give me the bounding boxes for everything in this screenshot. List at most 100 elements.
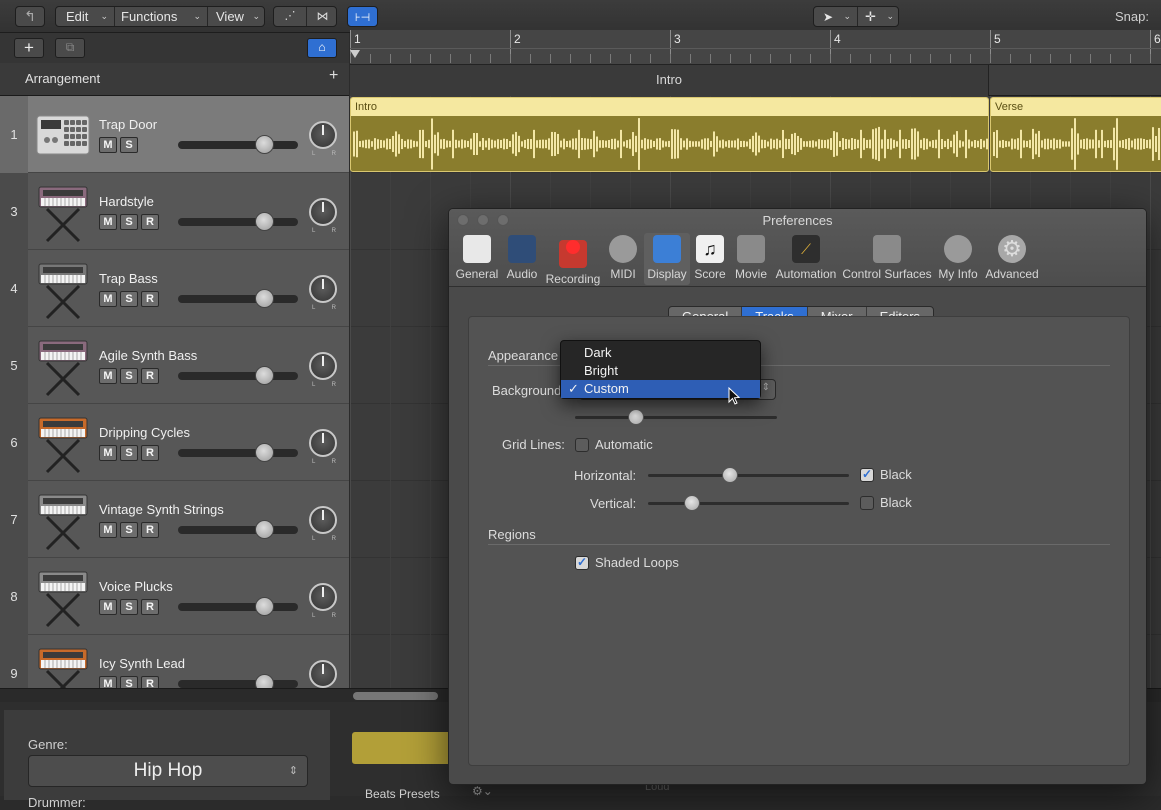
bar-ruler[interactable]: 1 2 3 4 5 6 — [350, 30, 1161, 65]
track-header[interactable]: 9Icy Synth LeadMSRLR — [0, 635, 349, 688]
add-track-button[interactable]: + — [14, 38, 44, 58]
horizontal-grid-slider[interactable] — [648, 467, 849, 483]
pan-knob[interactable] — [309, 506, 337, 534]
automatic-checkbox[interactable] — [575, 438, 589, 452]
track-header[interactable]: 6 Dripping Cycles M S R L R — [0, 404, 349, 481]
solo-button[interactable]: S — [120, 214, 138, 230]
background-brightness-slider[interactable] — [575, 409, 777, 425]
slider-knob[interactable] — [255, 520, 274, 539]
add-arrangement-marker-button[interactable]: + — [329, 67, 338, 85]
playhead-icon[interactable] — [350, 50, 360, 58]
track-name[interactable]: Trap Door — [99, 117, 157, 132]
menu-item-bright[interactable]: Bright — [561, 362, 760, 380]
prefs-tab-midi[interactable]: MIDI — [606, 233, 640, 285]
track-name[interactable]: Vintage Synth Strings — [99, 502, 224, 517]
track-header[interactable]: 5 Agile Synth Bass M S R L R — [0, 327, 349, 404]
view-menu[interactable]: View ⌄ — [208, 7, 266, 26]
automation-curve-button[interactable]: ⋰ — [274, 7, 306, 26]
vertical-grid-slider[interactable] — [648, 495, 849, 511]
pointer-tool-select[interactable]: ➤ ⌄ — [814, 7, 857, 26]
functions-menu[interactable]: Functions ⌄ — [115, 7, 207, 26]
volume-slider[interactable] — [178, 520, 298, 539]
track-name[interactable]: Hardstyle — [99, 194, 154, 209]
prefs-tab-control-surfaces[interactable]: Control Surfaces — [841, 233, 933, 285]
track-header[interactable]: 3 Hardstyle M S R L R — [0, 173, 349, 250]
pan-knob[interactable] — [309, 429, 337, 457]
track-name[interactable]: Trap Bass — [99, 271, 158, 286]
solo-button[interactable]: S — [120, 368, 138, 384]
crossfade-button[interactable]: ⋈ — [307, 7, 338, 26]
track-name[interactable]: Agile Synth Bass — [99, 348, 197, 363]
record-enable-button[interactable]: R — [141, 368, 159, 384]
volume-slider[interactable] — [178, 443, 298, 462]
slider-knob[interactable] — [255, 289, 274, 308]
record-enable-button[interactable]: R — [141, 599, 159, 615]
track-header[interactable]: 4 Trap Bass M S R L R — [0, 250, 349, 327]
record-enable-button[interactable]: R — [141, 214, 159, 230]
pan-knob[interactable] — [309, 660, 337, 688]
snap-flex-button[interactable]: ⊦⊣ — [347, 6, 378, 27]
slider-knob[interactable] — [255, 212, 274, 231]
pan-knob[interactable] — [309, 198, 337, 226]
record-enable-button[interactable]: R — [141, 676, 159, 688]
slider-knob[interactable] — [628, 409, 644, 425]
mute-button[interactable]: M — [99, 445, 117, 461]
mute-button[interactable]: M — [99, 291, 117, 307]
pan-knob[interactable] — [309, 583, 337, 611]
mute-button[interactable]: M — [99, 368, 117, 384]
solo-button[interactable]: S — [120, 676, 138, 688]
arrangement-marker-intro[interactable]: Intro — [350, 65, 989, 96]
prefs-tab-display[interactable]: Display — [644, 233, 690, 285]
mute-button[interactable]: M — [99, 599, 117, 615]
prefs-tab-general[interactable]: General — [455, 233, 499, 285]
pan-knob[interactable] — [309, 275, 337, 303]
track-name[interactable]: Icy Synth Lead — [99, 656, 185, 671]
record-enable-button[interactable]: R — [141, 291, 159, 307]
prefs-tab-audio[interactable]: Audio — [504, 233, 540, 285]
prefs-tab-my-info[interactable]: My Info — [938, 233, 978, 285]
volume-slider[interactable] — [178, 674, 298, 688]
slider-knob[interactable] — [684, 495, 700, 511]
volume-slider[interactable] — [178, 366, 298, 385]
solo-button[interactable]: S — [120, 291, 138, 307]
secondary-tool-select[interactable]: ✛ ⌄ — [858, 7, 900, 26]
audio-region-intro[interactable]: Intro — [350, 97, 989, 172]
horizontal-black-checkbox[interactable] — [860, 467, 874, 482]
prefs-tab-advanced[interactable]: ⚙ Advanced — [984, 233, 1040, 285]
record-enable-button[interactable]: R — [141, 445, 159, 461]
solo-button[interactable]: S — [120, 599, 138, 615]
slider-knob[interactable] — [255, 443, 274, 462]
solo-button[interactable]: S — [120, 137, 138, 153]
slider-knob[interactable] — [255, 366, 274, 385]
scrollbar-thumb[interactable] — [353, 692, 438, 700]
record-enable-button[interactable]: R — [141, 522, 159, 538]
track-name[interactable]: Voice Plucks — [99, 579, 173, 594]
volume-slider[interactable] — [178, 135, 298, 154]
track-header[interactable]: 7 Vintage Synth Strings M S R L R — [0, 481, 349, 558]
volume-slider[interactable] — [178, 597, 298, 616]
menu-item-dark[interactable]: Dark — [561, 344, 760, 362]
track-header[interactable]: 8 Voice Plucks M S R L R — [0, 558, 349, 635]
solo-button[interactable]: S — [120, 445, 138, 461]
track-name[interactable]: Dripping Cycles — [99, 425, 190, 440]
edit-menu[interactable]: Edit ⌄ — [56, 7, 114, 26]
vertical-black-checkbox[interactable] — [860, 496, 874, 510]
slider-knob[interactable] — [255, 597, 274, 616]
mute-button[interactable]: M — [99, 522, 117, 538]
duplicate-track-button[interactable]: ⧉ — [55, 38, 85, 58]
prefs-tab-recording[interactable]: Recording — [544, 233, 602, 286]
track-header[interactable]: 1 Trap Door M S L R — [0, 96, 349, 173]
audio-region-verse[interactable]: Verse — [990, 97, 1161, 172]
prefs-tab-movie[interactable]: Movie — [734, 233, 768, 285]
pan-knob[interactable] — [309, 352, 337, 380]
slider-knob[interactable] — [722, 467, 738, 483]
shaded-loops-checkbox[interactable] — [575, 555, 589, 570]
mute-button[interactable]: M — [99, 137, 117, 153]
mute-button[interactable]: M — [99, 214, 117, 230]
back-button[interactable]: ↰ — [15, 6, 45, 27]
genre-select[interactable]: Hip Hop ⇕ — [28, 755, 308, 787]
volume-slider[interactable] — [178, 212, 298, 231]
solo-button[interactable]: S — [120, 522, 138, 538]
slider-knob[interactable] — [255, 674, 274, 688]
prefs-tab-score[interactable]: ♫ Score — [692, 233, 728, 285]
